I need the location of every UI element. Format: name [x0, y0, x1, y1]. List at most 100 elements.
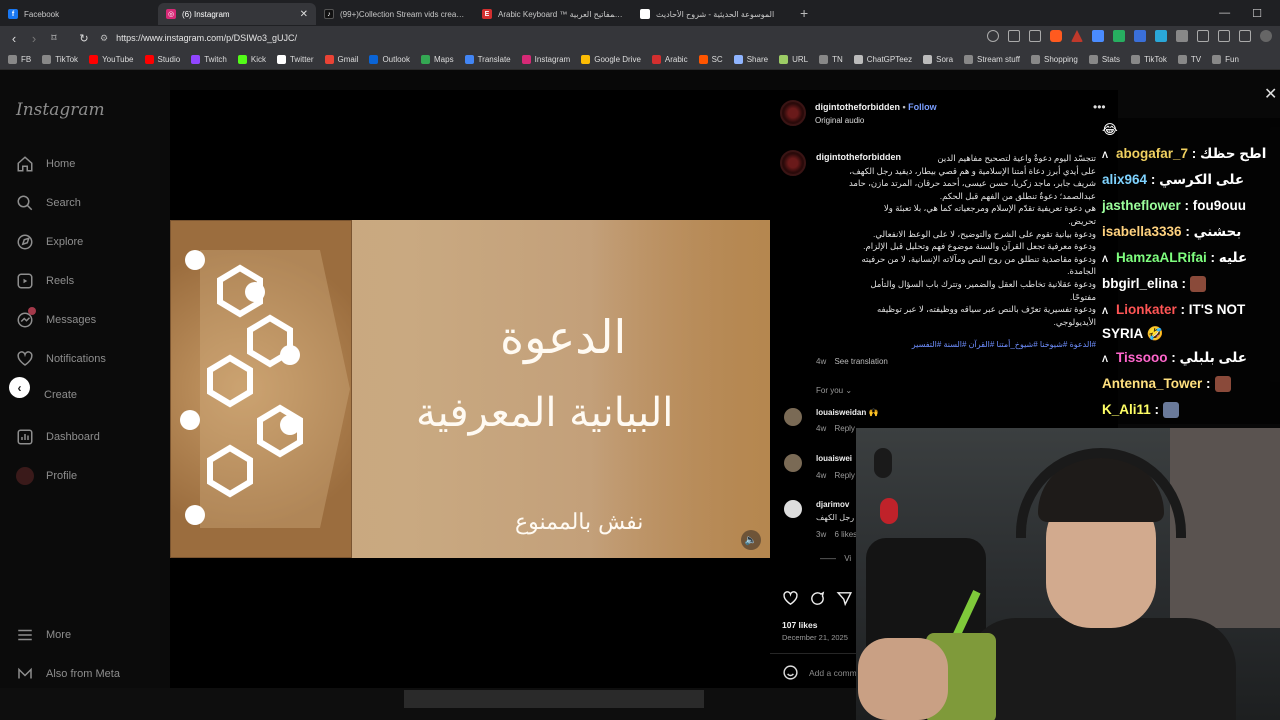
bookmark-item[interactable]: Arabic: [651, 55, 688, 64]
add-comment-bar[interactable]: Add a comm: [782, 664, 857, 681]
sidebar-item-messages[interactable]: Messages: [16, 307, 96, 329]
share-icon[interactable]: [1029, 30, 1041, 42]
bookmark-icon: [819, 55, 829, 64]
back-icon[interactable]: ‹: [4, 31, 24, 46]
bookmark-item[interactable]: Google Drive: [581, 55, 641, 64]
bookmark-item[interactable]: TikTok: [42, 55, 78, 64]
puzzle-icon[interactable]: [1197, 30, 1209, 42]
extension-icon[interactable]: [1092, 30, 1104, 42]
comment-username[interactable]: louaisweidan: [816, 408, 866, 417]
bookmark-item[interactable]: Studio: [144, 55, 180, 64]
comment-avatar[interactable]: [784, 500, 802, 518]
bookmark-icon: [369, 55, 379, 64]
comment-username[interactable]: djarimov: [816, 500, 849, 509]
see-translation-link[interactable]: See translation: [834, 357, 887, 366]
post-date: December 21, 2025: [782, 633, 848, 642]
add-comment-placeholder: Add a comm: [809, 667, 857, 678]
media-icon[interactable]: [1218, 30, 1230, 42]
bookmark-icon[interactable]: ⌑: [44, 33, 64, 44]
brave-rewards-icon[interactable]: [1071, 30, 1083, 42]
sidebar-icon[interactable]: [1239, 30, 1251, 42]
bookmark-item[interactable]: Share: [733, 55, 768, 64]
caption-avatar[interactable]: [780, 150, 806, 176]
minimize-icon[interactable]: —: [1219, 7, 1230, 19]
zoom-icon[interactable]: [987, 30, 999, 42]
reload-icon[interactable]: ↻: [74, 32, 94, 45]
audio-label[interactable]: Original audio: [815, 116, 864, 125]
bookmark-item[interactable]: Twitch: [191, 55, 227, 64]
tab-encyclopedia[interactable]: الموسوعة الحديثية - شروح الأحاديث: [632, 3, 790, 25]
tab-arabic-keyboard[interactable]: E Arabic Keyboard ™ لوحة المفاتيح العربي…: [474, 3, 632, 25]
for-you-sort[interactable]: For you ⌄: [816, 386, 852, 395]
likes-count[interactable]: 107 likes: [782, 620, 817, 630]
sidebar-item-also-from-meta[interactable]: Also from Meta: [16, 665, 120, 683]
close-modal-icon[interactable]: ✕: [1264, 84, 1277, 104]
view-replies[interactable]: —— Vi: [820, 554, 851, 563]
extension-icon[interactable]: [1176, 30, 1188, 42]
comment-username[interactable]: louaiswei: [816, 454, 852, 463]
cast-icon[interactable]: [1008, 30, 1020, 42]
bookmark-item[interactable]: Stream stuff: [964, 55, 1020, 64]
sidebar-item-reels[interactable]: Reels: [16, 272, 74, 290]
bookmark-item[interactable]: Instagram: [521, 55, 570, 64]
bookmark-item[interactable]: YouTube: [89, 55, 134, 64]
share-icon[interactable]: [836, 590, 853, 607]
tab-tiktok[interactable]: ♪ (99+)Collection Stream vids created: [316, 3, 474, 25]
emoji-icon[interactable]: [782, 664, 799, 681]
extension-icon[interactable]: [1113, 30, 1125, 42]
reply-link[interactable]: Reply: [834, 424, 854, 433]
bookmark-item[interactable]: Kick: [237, 55, 266, 64]
bookmark-item[interactable]: Fun: [1212, 55, 1239, 64]
site-info-icon[interactable]: ⚙: [100, 33, 108, 44]
profile-avatar-icon[interactable]: [1260, 30, 1272, 42]
more-options-icon[interactable]: •••: [1093, 100, 1106, 114]
bookmark-item[interactable]: Sora: [923, 55, 953, 64]
reply-link[interactable]: Reply: [834, 471, 854, 480]
bookmark-item[interactable]: Twitter: [276, 55, 314, 64]
sidebar-item-profile[interactable]: Profile: [16, 467, 77, 485]
sidebar-item-notifications[interactable]: Notifications: [16, 350, 106, 368]
like-heart-icon[interactable]: [782, 590, 799, 607]
author-avatar[interactable]: [780, 100, 806, 126]
address-bar[interactable]: ⚙ https://www.instagram.com/p/DSIWo3_gUJ…: [100, 28, 660, 48]
sidebar-item-home[interactable]: Home: [16, 155, 75, 173]
post-media[interactable]: الدعوة البيانية المعرفية نفش بالممنوع 🔈: [170, 90, 770, 690]
tab-instagram[interactable]: ◎ (6) Instagram ✕: [158, 3, 316, 25]
bookmark-item[interactable]: Gmail: [324, 55, 358, 64]
bookmark-item[interactable]: URL: [779, 55, 808, 64]
comment-avatar[interactable]: [784, 408, 802, 426]
sidebar-item-more[interactable]: More: [16, 626, 71, 644]
new-tab-icon[interactable]: +: [800, 5, 808, 21]
bookmark-item[interactable]: TikTok: [1131, 55, 1167, 64]
brave-shield-icon[interactable]: [1050, 30, 1062, 42]
sidebar-item-explore[interactable]: Explore: [16, 233, 83, 251]
mute-audio-icon[interactable]: 🔈: [741, 530, 761, 550]
extension-icon[interactable]: [1155, 30, 1167, 42]
author-username[interactable]: digintotheforbidden: [815, 102, 900, 112]
bookmark-icon: [1212, 55, 1222, 64]
close-tab-icon[interactable]: ✕: [300, 9, 308, 20]
maximize-icon[interactable]: ☐: [1252, 7, 1262, 20]
sidebar-item-create[interactable]: Create: [44, 389, 77, 401]
bookmark-item[interactable]: Outlook: [369, 55, 410, 64]
bookmark-item[interactable]: Shopping: [1031, 55, 1078, 64]
comment-icon[interactable]: [809, 590, 826, 607]
collapse-sidebar-button[interactable]: ‹: [9, 377, 30, 398]
bookmark-item[interactable]: SC: [698, 55, 723, 64]
caption-hashtags[interactable]: #الدعوة #شيوخنا #شيوخ_أمتنا #القرآن #الس…: [816, 340, 1096, 349]
sidebar-item-dashboard[interactable]: Dashboard: [16, 428, 100, 446]
bookmark-item[interactable]: Stats: [1088, 55, 1120, 64]
forward-icon[interactable]: ›: [24, 31, 44, 46]
bookmark-item[interactable]: TV: [1177, 55, 1201, 64]
follow-button[interactable]: Follow: [908, 102, 937, 112]
bookmark-item[interactable]: Maps: [421, 55, 454, 64]
comment-avatar[interactable]: [784, 454, 802, 472]
bookmark-item[interactable]: ChatGPTeez: [853, 55, 912, 64]
sidebar-item-search[interactable]: Search: [16, 194, 81, 212]
tab-facebook[interactable]: f Facebook: [0, 3, 158, 25]
bookmark-item[interactable]: FB: [8, 55, 31, 64]
extension-icon[interactable]: [1134, 30, 1146, 42]
bookmark-item[interactable]: Translate: [464, 55, 511, 64]
instagram-logo[interactable]: Instagram: [16, 100, 105, 120]
bookmark-item[interactable]: TN: [819, 55, 843, 64]
